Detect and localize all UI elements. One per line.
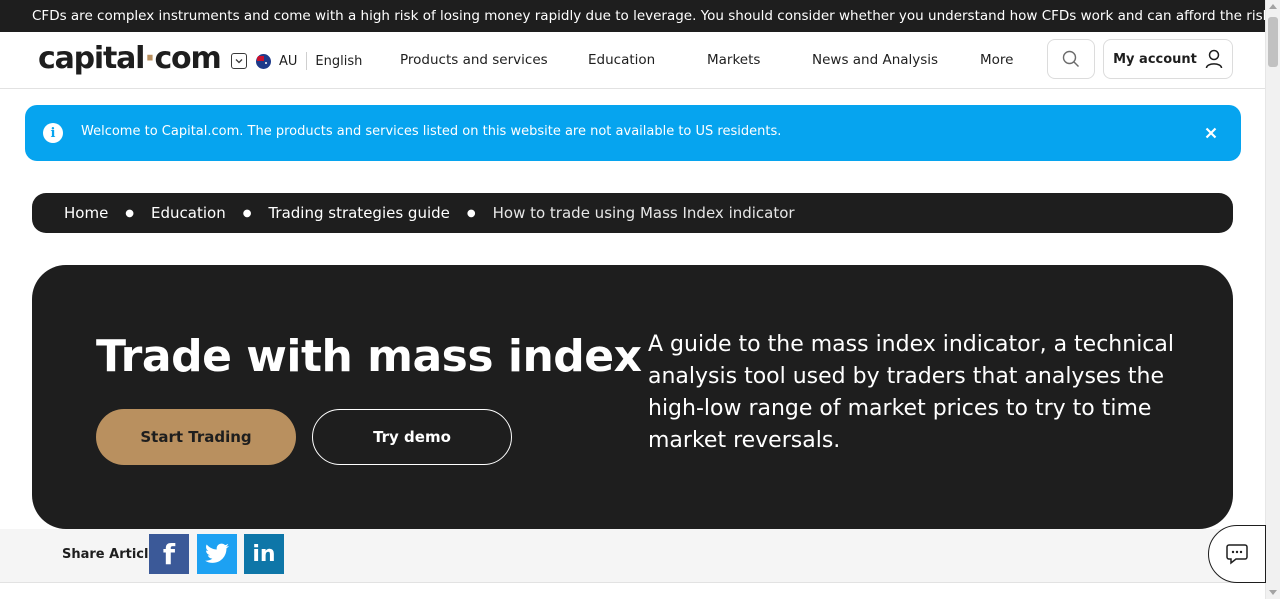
chat-support-button[interactable] xyxy=(1208,525,1266,583)
chat-icon xyxy=(1226,544,1248,565)
search-icon xyxy=(1062,50,1079,67)
scroll-down-icon[interactable] xyxy=(1269,590,1277,595)
logo-text-main: capital xyxy=(38,41,145,76)
linkedin-icon: in xyxy=(252,541,276,567)
scrollbar-thumb[interactable] xyxy=(1268,17,1278,67)
risk-warning-bar: CFDs are complex instruments and come wi… xyxy=(0,0,1265,32)
linkedin-share-button[interactable]: in xyxy=(244,534,284,574)
close-icon[interactable] xyxy=(1201,123,1221,143)
region-code[interactable]: AU xyxy=(279,54,297,69)
start-trading-button[interactable]: Start Trading xyxy=(96,409,296,465)
us-residents-notice: i Welcome to Capital.com. The products a… xyxy=(25,105,1241,161)
share-article-label: Share Article xyxy=(62,547,158,562)
page-scrollbar[interactable] xyxy=(1265,0,1280,599)
nav-more[interactable]: More xyxy=(980,52,1013,68)
divider xyxy=(306,52,308,70)
my-account-label: My account xyxy=(1113,51,1197,67)
scroll-up-icon[interactable] xyxy=(1269,4,1277,9)
hero-description: A guide to the mass index indicator, a t… xyxy=(648,332,1174,453)
nav-products-and-services[interactable]: Products and services xyxy=(400,52,548,68)
breadcrumb-separator: ● xyxy=(125,207,135,219)
user-icon xyxy=(1205,49,1223,69)
logo-text-end: com xyxy=(154,41,221,76)
twitter-share-button[interactable] xyxy=(197,534,237,574)
risk-warning-text: CFDs are complex instruments and come wi… xyxy=(32,8,1265,24)
breadcrumb-home[interactable]: Home xyxy=(64,204,108,222)
breadcrumb-separator: ● xyxy=(466,207,476,219)
hero-banner: Trade with mass index Start Trading Try … xyxy=(32,265,1233,529)
info-icon: i xyxy=(43,123,63,143)
logo-dot: · xyxy=(144,41,155,76)
language-label[interactable]: English xyxy=(315,54,362,69)
nav-news-and-analysis[interactable]: News and Analysis xyxy=(812,52,938,68)
nav-education[interactable]: Education xyxy=(588,52,655,68)
breadcrumb-current: How to trade using Mass Index indicator xyxy=(492,204,795,222)
australia-flag-icon xyxy=(256,53,271,69)
page-title: Trade with mass index xyxy=(96,331,642,382)
twitter-icon xyxy=(205,543,229,563)
nav-markets[interactable]: Markets xyxy=(707,52,760,68)
chevron-down-icon[interactable] xyxy=(231,53,247,69)
breadcrumb-trading-strategies-guide[interactable]: Trading strategies guide xyxy=(268,204,449,222)
try-demo-button[interactable]: Try demo xyxy=(312,409,512,465)
site-header: capital·com AU English Products and serv… xyxy=(0,32,1265,89)
notice-message: Welcome to Capital.com. The products and… xyxy=(81,124,782,139)
facebook-share-button[interactable]: f xyxy=(149,534,189,574)
facebook-icon: f xyxy=(162,537,176,571)
search-button[interactable] xyxy=(1047,39,1095,79)
capital-com-logo[interactable]: capital·com xyxy=(38,41,222,76)
share-article-bar: Share Article f in xyxy=(0,529,1265,583)
breadcrumb: Home ● Education ● Trading strategies gu… xyxy=(32,193,1233,233)
my-account-button[interactable]: My account xyxy=(1103,39,1233,79)
region-language-selector[interactable]: AU English xyxy=(231,51,362,71)
breadcrumb-education[interactable]: Education xyxy=(151,204,226,222)
breadcrumb-separator: ● xyxy=(242,207,252,219)
